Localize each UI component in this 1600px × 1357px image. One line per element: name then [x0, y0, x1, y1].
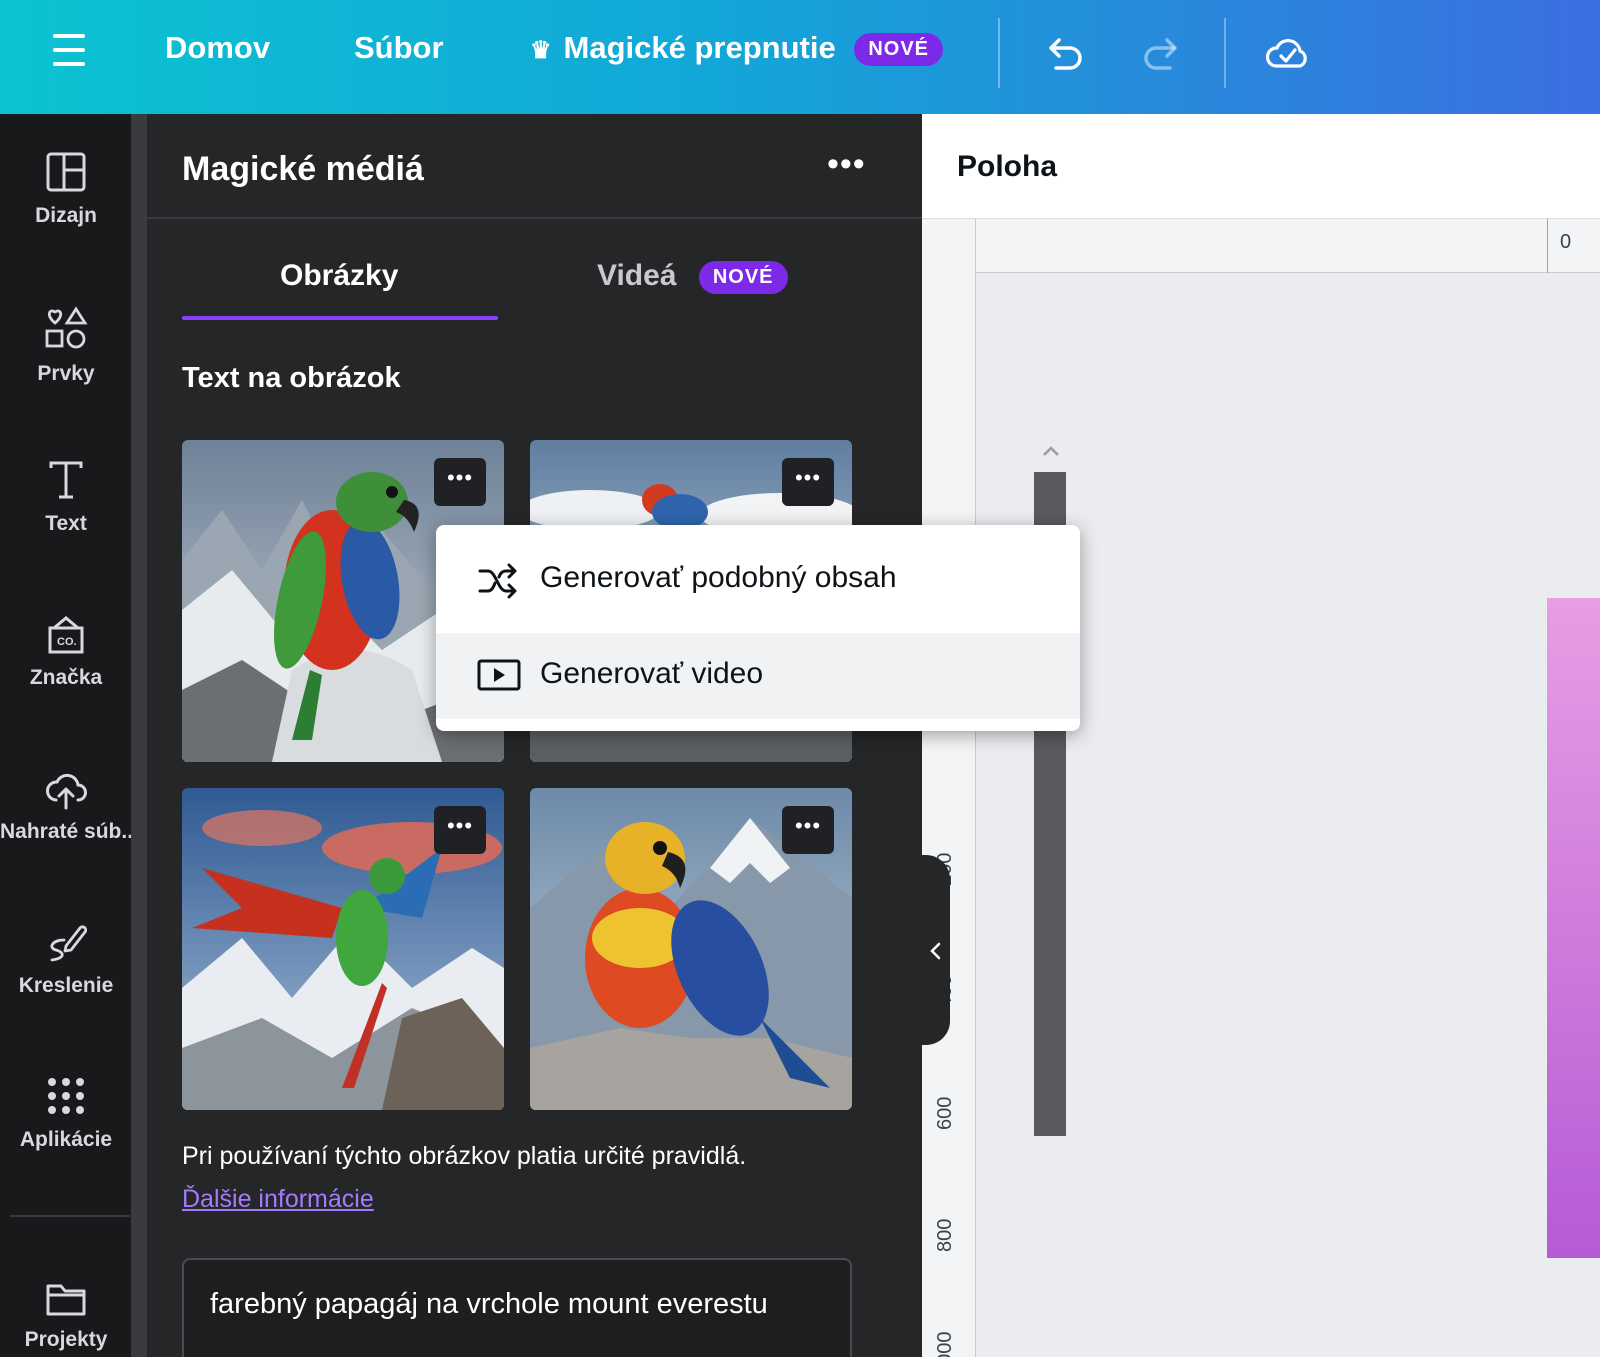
apps-grid-icon — [48, 1078, 84, 1114]
rail-scrollbar[interactable] — [131, 114, 147, 1357]
rail-item-elements[interactable]: Prvky — [0, 304, 132, 424]
rail-label: Projekty — [24, 1328, 108, 1351]
rail-item-uploads[interactable]: Nahraté súb... — [0, 766, 139, 886]
position-panel-header: Poloha — [922, 114, 1600, 219]
rail-item-design[interactable]: Dizajn — [0, 150, 132, 270]
redo-icon[interactable] — [1138, 28, 1188, 78]
menu-item-generate-similar[interactable]: Generovať podobný obsah — [436, 537, 1080, 623]
shuffle-icon — [478, 563, 517, 599]
image-context-menu: Generovať podobný obsah Generovať video — [436, 525, 1080, 731]
ruler-left-label: 1000 — [934, 1331, 956, 1357]
image-more-icon[interactable]: ••• — [782, 458, 834, 506]
new-badge: NOVÉ — [698, 260, 788, 294]
prompt-input[interactable]: farebný papagáj na vrchole mount everest… — [182, 1258, 852, 1357]
panel-more-icon[interactable]: ••• — [827, 147, 877, 184]
rail-label: Text — [45, 512, 87, 535]
toolbar-divider — [1224, 18, 1226, 88]
play-video-icon — [477, 659, 521, 691]
rail-label: Nahraté súb... — [0, 820, 139, 843]
draw-icon — [50, 925, 88, 962]
generated-image-3[interactable]: ••• — [182, 788, 504, 1110]
crown-icon: ♛ — [530, 37, 552, 64]
rail-item-apps[interactable]: Aplikácie — [0, 1074, 132, 1194]
tab-images[interactable]: Obrázky — [280, 259, 398, 293]
image-more-icon[interactable]: ••• — [434, 458, 486, 506]
shapes-icon — [45, 306, 88, 349]
nav-home[interactable]: Domov — [165, 30, 270, 66]
generated-image-4[interactable]: ••• — [530, 788, 852, 1110]
chevron-up-icon[interactable] — [1042, 444, 1060, 458]
menu-hamburger-icon[interactable] — [48, 34, 90, 74]
left-rail: Dizajn Prvky Text CO. Značka Nahraté súb… — [0, 114, 139, 1357]
nav-file[interactable]: Súbor — [354, 30, 444, 66]
brand-icon: CO. — [48, 616, 84, 654]
menu-item-generate-video[interactable]: Generovať video — [436, 633, 1080, 719]
magic-switch-button[interactable]: ♛ Magické prepnutie NOVÉ — [530, 30, 944, 67]
tab-videos[interactable]: Videá NOVÉ — [597, 259, 788, 294]
layout-icon — [46, 152, 86, 192]
rail-label: Dizajn — [35, 204, 97, 227]
rail-label: Aplikácie — [19, 1128, 113, 1151]
undo-icon[interactable] — [1038, 28, 1088, 78]
rail-item-text[interactable]: Text — [0, 458, 132, 578]
menu-item-label: Generovať video — [540, 657, 764, 690]
usage-rules-text: Pri používaní týchto obrázkov platia urč… — [182, 1142, 747, 1170]
rail-item-draw[interactable]: Kreslenie — [0, 920, 132, 1040]
ruler-left-label: 600 — [934, 1096, 956, 1130]
rail-label: Prvky — [37, 362, 95, 385]
image-more-icon[interactable]: ••• — [782, 806, 834, 854]
cloud-saved-icon[interactable] — [1262, 28, 1312, 78]
magic-media-panel: Magické médiá ••• Obrázky Videá NOVÉ Tex… — [147, 114, 1066, 1357]
chevron-left-icon — [930, 942, 941, 960]
tab-videos-label: Videá — [597, 259, 677, 292]
collapse-panel-button[interactable] — [922, 855, 950, 1045]
top-bar: Domov Súbor ♛ Magické prepnutie NOVÉ — [0, 0, 1600, 114]
panel-header: Magické médiá ••• — [147, 114, 922, 219]
upload-cloud-icon — [46, 773, 87, 810]
rail-label: Kreslenie — [18, 974, 114, 997]
rail-item-brand[interactable]: CO. Značka — [0, 612, 132, 732]
canvas-area: Poloha 0 200 400 600 800 1000 — [922, 114, 1600, 1357]
magic-switch-label: Magické prepnutie — [563, 30, 836, 65]
position-title: Poloha — [957, 150, 1058, 183]
folder-icon — [46, 1284, 86, 1316]
active-tab-indicator — [182, 316, 498, 320]
rail-item-projects[interactable]: Projekty — [0, 1278, 132, 1357]
ruler-top-label: 0 — [1560, 231, 1572, 253]
toolbar-divider — [998, 18, 1000, 88]
ruler-left: 200 400 600 800 1000 — [922, 219, 976, 1357]
ruler-top: 0 — [922, 219, 1600, 273]
ruler-left-label: 800 — [934, 1218, 956, 1252]
menu-item-label: Generovať podobný obsah — [540, 561, 897, 594]
new-badge: NOVÉ — [854, 33, 944, 67]
canvas-page-preview[interactable] — [1547, 598, 1600, 1258]
text-icon — [49, 461, 83, 499]
panel-title: Magické médiá — [182, 150, 424, 188]
svg-text:CO.: CO. — [57, 636, 77, 648]
rail-divider — [10, 1215, 130, 1217]
rail-label: Značka — [29, 666, 103, 689]
more-info-link[interactable]: Ďalšie informácie — [182, 1185, 374, 1214]
section-title: Text na obrázok — [182, 362, 401, 394]
image-more-icon[interactable]: ••• — [434, 806, 486, 854]
